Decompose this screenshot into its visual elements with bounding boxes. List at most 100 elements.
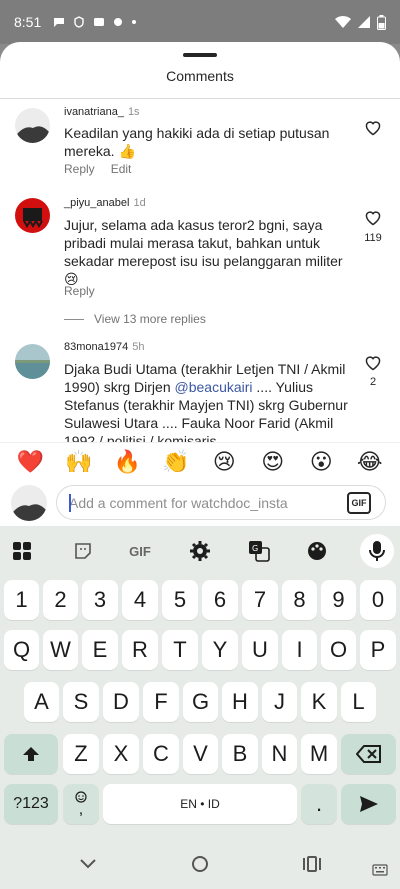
dot-icon — [132, 20, 137, 24]
key-s[interactable]: S — [63, 682, 99, 722]
key-v[interactable]: V — [183, 734, 218, 774]
like-count: 2 — [369, 376, 377, 388]
emoji-button[interactable]: 😮 — [301, 449, 341, 475]
gif-keyboard-button[interactable]: GIF — [123, 534, 157, 568]
key-i[interactable]: I — [282, 630, 317, 670]
avatar[interactable] — [15, 344, 50, 379]
comment-time: 1d — [133, 197, 146, 209]
key-8[interactable]: 8 — [282, 580, 317, 620]
heart-icon[interactable] — [364, 120, 382, 136]
key-z[interactable]: Z — [63, 734, 99, 774]
key-6[interactable]: 6 — [202, 580, 238, 620]
avatar[interactable] — [15, 198, 50, 233]
emoji-button[interactable]: 👏 — [156, 449, 196, 475]
shift-key[interactable] — [4, 734, 58, 774]
mention-link[interactable]: @beacukairi — [175, 379, 253, 395]
comment-user[interactable]: ivanatriana_ 1s — [64, 106, 140, 118]
compose-bar: ❤️ 🙌 🔥 👏 😢 😍 😮 😂 GIF — [0, 442, 400, 526]
heart-icon[interactable] — [364, 210, 382, 226]
key-f[interactable]: F — [143, 682, 179, 722]
key-0[interactable]: 0 — [360, 580, 396, 620]
key-t[interactable]: T — [162, 630, 198, 670]
back-button[interactable] — [76, 853, 100, 875]
reply-button[interactable]: Reply — [64, 284, 95, 298]
comment-user[interactable]: _piyu_anabel 1d — [64, 197, 146, 209]
key-w[interactable]: W — [43, 630, 78, 670]
key-p[interactable]: P — [360, 630, 396, 670]
key-a[interactable]: A — [24, 682, 59, 722]
view-replies-label[interactable]: View 13 more replies — [94, 312, 206, 326]
recents-button[interactable] — [300, 853, 324, 875]
key-4[interactable]: 4 — [122, 580, 158, 620]
key-d[interactable]: D — [103, 682, 139, 722]
battery-icon — [377, 14, 386, 30]
emoji-reactions: ❤️ 🙌 🔥 👏 😢 😍 😮 😂 — [0, 449, 400, 475]
key-g[interactable]: G — [183, 682, 218, 722]
reply-button[interactable]: Reply — [64, 162, 95, 176]
comment-user[interactable]: 83mona1974 5h — [64, 341, 144, 353]
translate-icon[interactable]: G — [242, 534, 276, 568]
send-key[interactable] — [341, 784, 396, 824]
period-key[interactable]: . — [301, 784, 337, 824]
keyboard: GIF G 1 2 3 4 5 6 7 8 9 0 Q W E R T Y U … — [0, 526, 400, 839]
key-k[interactable]: K — [301, 682, 337, 722]
key-u[interactable]: U — [242, 630, 278, 670]
microphone-icon[interactable] — [360, 534, 394, 568]
username[interactable]: ivanatriana_ — [64, 106, 124, 118]
key-e[interactable]: E — [82, 630, 118, 670]
backspace-key[interactable] — [341, 734, 396, 774]
symbols-key[interactable]: ?123 — [4, 784, 58, 824]
key-n[interactable]: N — [262, 734, 297, 774]
emoji-button[interactable]: 😢 — [204, 449, 244, 475]
key-b[interactable]: B — [222, 734, 258, 774]
navigation-bar — [0, 839, 400, 889]
comment-input[interactable] — [69, 486, 339, 519]
heart-icon[interactable] — [364, 355, 382, 371]
palette-icon[interactable] — [300, 534, 334, 568]
emoji-button[interactable]: 🙌 — [59, 449, 99, 475]
my-avatar — [11, 485, 47, 521]
key-c[interactable]: C — [143, 734, 179, 774]
key-3[interactable]: 3 — [82, 580, 118, 620]
username[interactable]: 83mona1974 — [64, 341, 128, 353]
emoji-button[interactable]: 😂 — [350, 449, 390, 475]
key-l[interactable]: L — [341, 682, 376, 722]
key-7[interactable]: 7 — [242, 580, 278, 620]
key-j[interactable]: J — [262, 682, 297, 722]
chat-bubble-icon — [54, 18, 65, 27]
gif-button[interactable]: GIF — [347, 492, 371, 514]
key-r[interactable]: R — [122, 630, 158, 670]
key-9[interactable]: 9 — [321, 580, 356, 620]
comment-actions: Reply — [64, 284, 95, 298]
divider — [0, 98, 400, 99]
key-5[interactable]: 5 — [162, 580, 198, 620]
key-2[interactable]: 2 — [43, 580, 78, 620]
drag-handle[interactable] — [183, 53, 217, 57]
key-y[interactable]: Y — [202, 630, 238, 670]
key-m[interactable]: M — [301, 734, 337, 774]
key-q[interactable]: Q — [4, 630, 39, 670]
signal-icon — [358, 16, 370, 28]
space-label: EN • ID — [180, 797, 220, 811]
view-more-replies-button[interactable]: View 13 more replies — [64, 312, 206, 326]
emoji-button[interactable]: ❤️ — [10, 449, 50, 475]
gear-icon[interactable] — [183, 534, 217, 568]
keyboard-switch-button[interactable] — [368, 859, 392, 881]
sheet-title: Comments — [166, 68, 234, 84]
apps-grid-icon[interactable] — [5, 534, 39, 568]
home-button[interactable] — [188, 853, 212, 875]
avatar[interactable] — [15, 108, 50, 143]
space-bar[interactable]: EN • ID — [103, 784, 297, 824]
sticker-icon[interactable] — [66, 534, 100, 568]
emoji-button[interactable]: 😍 — [253, 449, 293, 475]
key-h[interactable]: H — [222, 682, 258, 722]
chevron-down-icon — [80, 859, 96, 869]
emoji-comma-key[interactable]: , — [63, 784, 99, 824]
edit-button[interactable]: Edit — [111, 162, 132, 176]
status-time: 8:51 — [14, 14, 42, 30]
emoji-button[interactable]: 🔥 — [107, 449, 147, 475]
username[interactable]: _piyu_anabel — [64, 197, 129, 209]
key-1[interactable]: 1 — [4, 580, 39, 620]
key-x[interactable]: X — [103, 734, 139, 774]
key-o[interactable]: O — [321, 630, 356, 670]
